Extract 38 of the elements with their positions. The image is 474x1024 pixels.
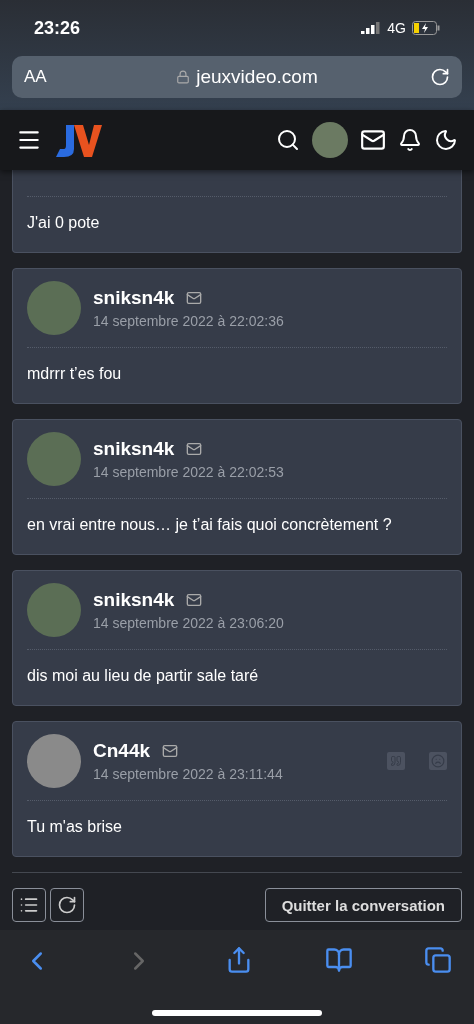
author-name[interactable]: Cn44k — [93, 740, 151, 762]
moon-icon[interactable] — [434, 128, 458, 152]
user-avatar[interactable] — [312, 122, 348, 158]
avatar-photo — [27, 583, 81, 637]
reload-icon[interactable] — [430, 67, 450, 87]
message-date: 14 septembre 2022 à 23:06:20 — [93, 615, 285, 631]
leave-conversation-button[interactable]: Quitter la conversation — [264, 888, 462, 922]
battery-icon — [412, 21, 440, 35]
message-text: en vrai entre nous… je t’ai fais quoi concrètement ? — [27, 515, 393, 535]
list-icon — [19, 895, 39, 915]
tabs-icon[interactable] — [424, 946, 452, 974]
message-date: 14 septembre 2022 à 22:02:53 — [93, 464, 285, 480]
author-name[interactable]: sniksn4k — [93, 589, 175, 611]
network-label: 4G — [387, 20, 406, 36]
bookmarks-icon[interactable] — [324, 946, 353, 974]
author-name[interactable]: sniksn4k — [93, 438, 175, 460]
bell-icon[interactable] — [398, 128, 422, 152]
message-text: J'ai 0 pote — [27, 213, 101, 233]
refresh-button[interactable] — [50, 888, 84, 922]
message-text: dis moi au lieu de partir sale taré — [27, 666, 260, 686]
text-size-button[interactable]: AA — [24, 67, 64, 87]
lock-icon — [176, 70, 191, 84]
message-text: Tu m'as brise — [27, 817, 123, 837]
message-date: 14 septembre 2022 à 22:02:36 — [93, 313, 285, 329]
signal-icon — [361, 22, 382, 34]
message-date: 14 septembre 2022 à 23:11:44 — [93, 766, 284, 782]
author-name[interactable]: sniksn4k — [93, 287, 175, 309]
status-time: 23:26 — [34, 17, 81, 39]
avatar-photo — [27, 432, 81, 486]
avatar-photo — [27, 734, 81, 788]
address-bar[interactable]: AA jeuxvideo.com — [12, 56, 462, 98]
search-icon[interactable] — [276, 128, 300, 152]
list-button[interactable] — [12, 888, 46, 922]
message-text: mdrrr t’es fou — [27, 364, 123, 384]
url-text: jeuxvideo.com — [196, 66, 318, 88]
avatar-photo — [27, 281, 81, 335]
mail-icon[interactable] — [360, 127, 386, 153]
refresh-icon — [57, 895, 77, 915]
